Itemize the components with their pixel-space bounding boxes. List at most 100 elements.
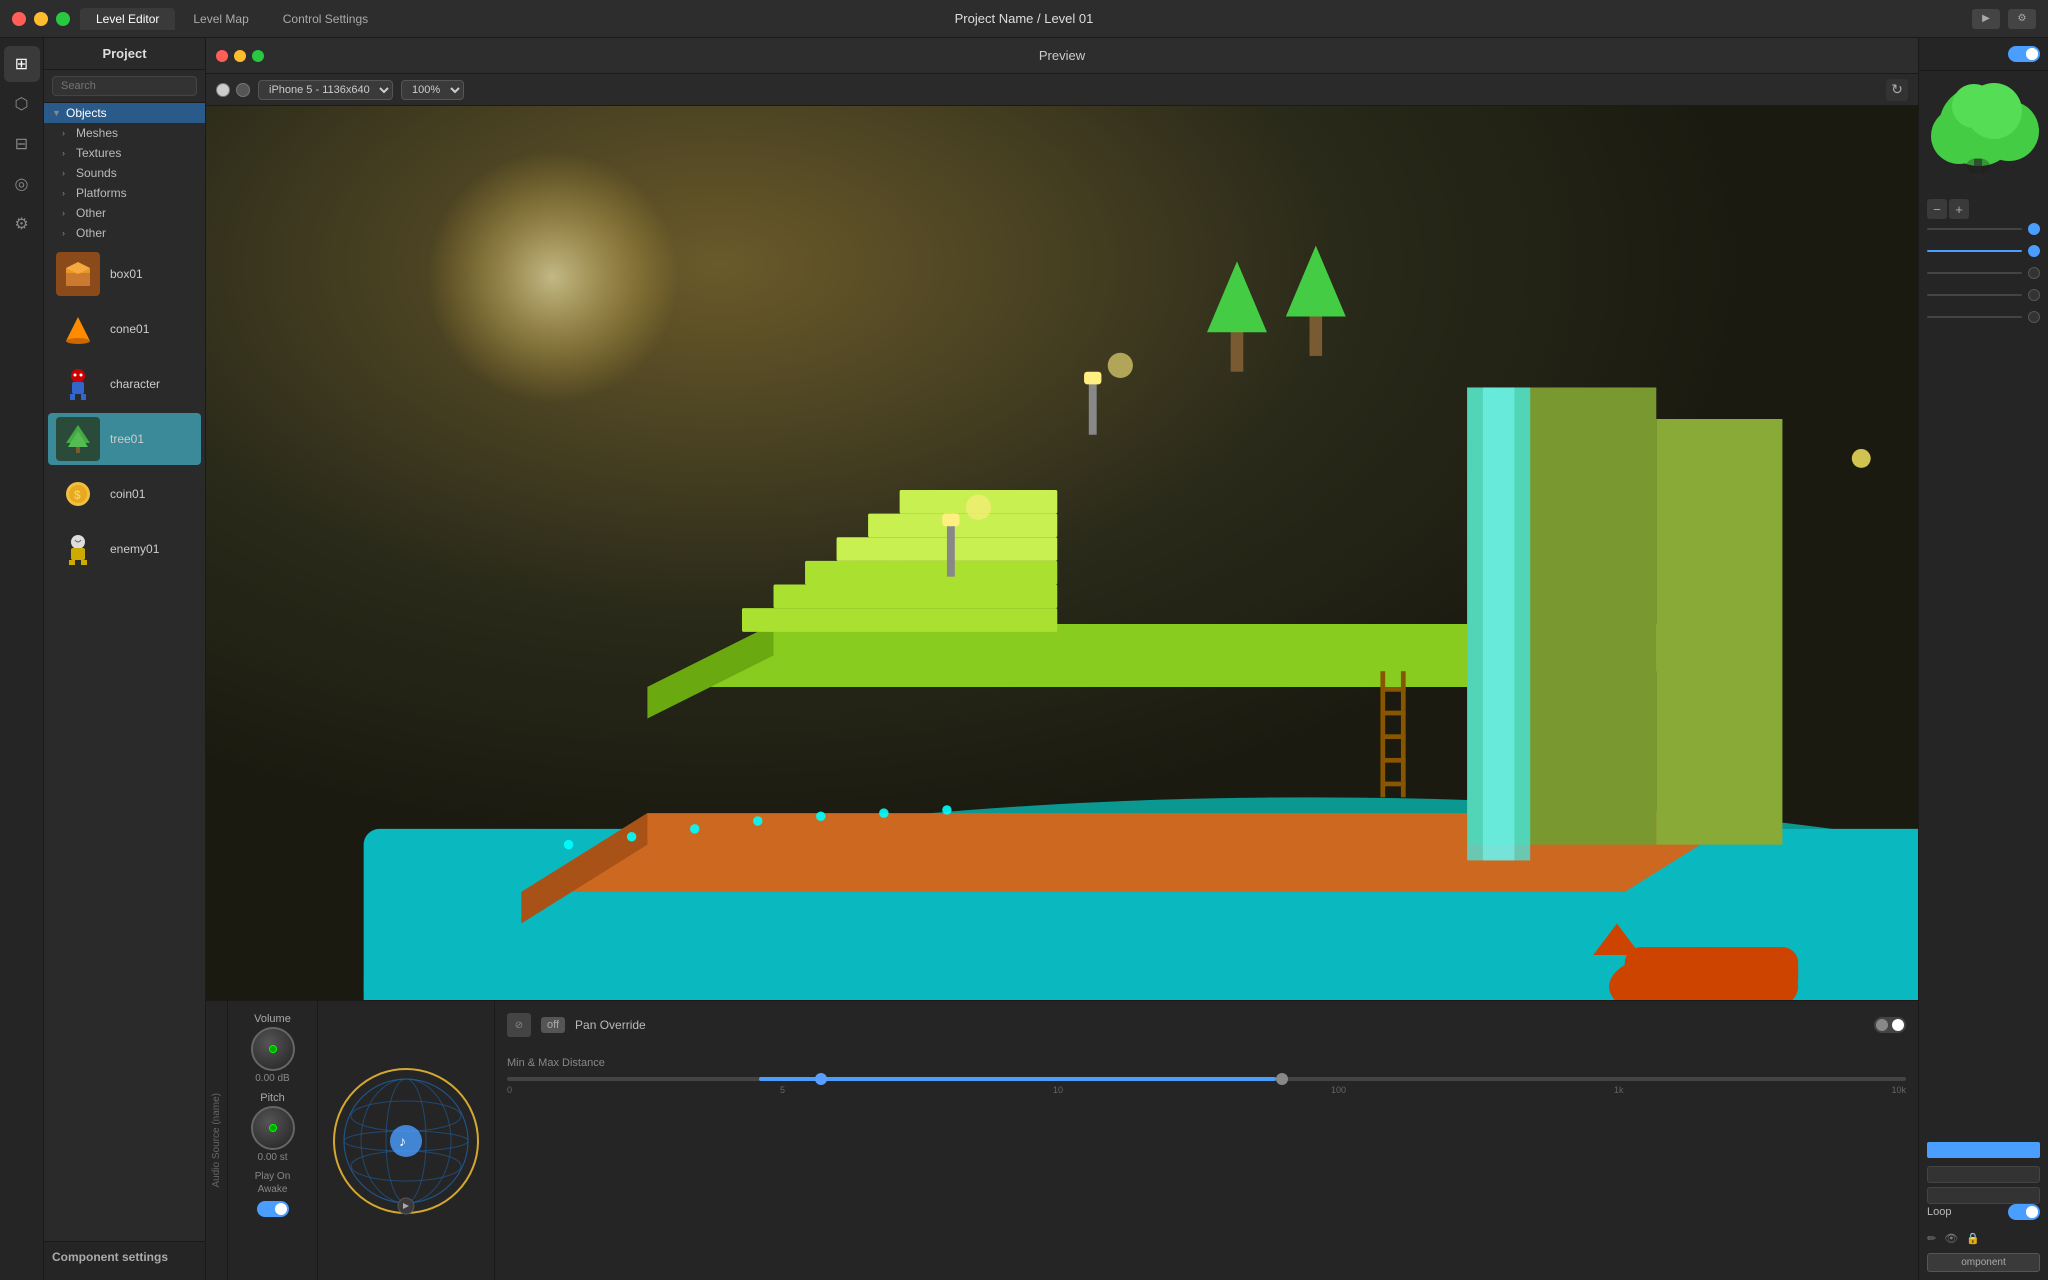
minus-button[interactable]: − xyxy=(1927,199,1947,219)
volume-label: Volume xyxy=(254,1013,291,1025)
preview-header: Preview xyxy=(206,38,1918,74)
component-btn-container: omponent xyxy=(1927,1253,2040,1272)
tab-level-editor[interactable]: Level Editor xyxy=(80,8,175,30)
volume-value: 0.00 dB xyxy=(255,1073,289,1084)
dist-label-5: 5 xyxy=(780,1085,785,1095)
volume-knob[interactable] xyxy=(251,1027,295,1071)
object-item-character[interactable]: character xyxy=(48,358,201,410)
plus-minus-row: − + xyxy=(1927,199,2040,219)
preview-traffic-lights xyxy=(216,50,264,62)
tab-level-map[interactable]: Level Map xyxy=(177,8,264,30)
awake-toggle[interactable] xyxy=(257,1201,289,1217)
icon-bar-cube[interactable]: ⬡ xyxy=(4,86,40,122)
dist-labels: 0 5 10 100 1k 10k xyxy=(507,1085,1906,1095)
distance-section: Min & Max Distance 0 5 10 100 1k xyxy=(507,1057,1906,1095)
voxel-scene-svg xyxy=(206,106,1918,1000)
search-input[interactable] xyxy=(52,76,197,96)
tree-item-other2[interactable]: › Other xyxy=(44,223,205,243)
device-radio-group xyxy=(216,83,250,97)
property-sliders xyxy=(1927,223,2040,1134)
settings-button[interactable]: ⚙ xyxy=(2008,9,2036,29)
object-name-box01: box01 xyxy=(110,267,143,281)
play-on-label: Play On xyxy=(255,1171,291,1182)
slider-dot-4[interactable] xyxy=(2028,289,2040,301)
right-top-bar xyxy=(1919,38,2048,71)
preview-minimize[interactable] xyxy=(234,50,246,62)
tree-item-label: Other xyxy=(76,206,106,220)
slider-dot-3[interactable] xyxy=(2028,267,2040,279)
slider-track-2 xyxy=(1927,250,2022,252)
loop-row: Loop xyxy=(1927,1204,2040,1220)
slider-dot-2[interactable] xyxy=(2028,245,2040,257)
preview-close[interactable] xyxy=(216,50,228,62)
eye-icon[interactable]: 👁 xyxy=(1944,1232,1958,1245)
tab-control-settings[interactable]: Control Settings xyxy=(267,8,384,30)
slider-dot-1[interactable] xyxy=(2028,223,2040,235)
audio-source-label-container: Audio Source (name) xyxy=(206,1001,228,1280)
maximize-button[interactable] xyxy=(56,12,70,26)
preview-maximize[interactable] xyxy=(252,50,264,62)
radio-dark[interactable] xyxy=(236,83,250,97)
icon-bar-grid[interactable]: ⊟ xyxy=(4,126,40,162)
loop-toggle[interactable] xyxy=(2008,1204,2040,1220)
icon-bar-globe[interactable]: ◎ xyxy=(4,166,40,202)
play-button[interactable]: ▶ xyxy=(1972,9,2000,29)
search-bar xyxy=(44,70,205,103)
tree-item-other1[interactable]: › Other xyxy=(44,203,205,223)
right-top-toggle[interactable] xyxy=(2008,46,2040,62)
slider-track-1 xyxy=(1927,228,2022,230)
right-panel: − + xyxy=(1918,38,2048,1280)
icon-bar: ⊞ ⬡ ⊟ ◎ ⚙ xyxy=(0,38,44,1280)
chevron-icon: › xyxy=(62,188,72,198)
pan-override-label: Pan Override xyxy=(575,1018,646,1032)
component-button[interactable]: omponent xyxy=(1927,1253,2040,1272)
object-name-tree01: tree01 xyxy=(110,432,144,446)
slider-row-2 xyxy=(1927,245,2040,257)
knobs-section: Volume 0.00 dB Pitch 0.00 st Play On Awa… xyxy=(228,1001,318,1280)
pitch-knob[interactable] xyxy=(251,1106,295,1150)
icon-bar-settings[interactable]: ⚙ xyxy=(4,206,40,242)
radio-white[interactable] xyxy=(216,83,230,97)
slider-track-4 xyxy=(1927,294,2022,296)
dist-slider-container xyxy=(507,1077,1906,1081)
cloud-svg xyxy=(1919,71,2048,191)
minimize-button[interactable] xyxy=(34,12,48,26)
tree-item-sounds[interactable]: › Sounds xyxy=(44,163,205,183)
tree-item-objects[interactable]: ▼ Objects xyxy=(44,103,205,123)
device-selector[interactable]: iPhone 5 - 1136x640 xyxy=(258,80,393,100)
zoom-selector[interactable]: 100% xyxy=(401,80,464,100)
tree-item-platforms[interactable]: › Platforms xyxy=(44,183,205,203)
prop-input-2[interactable] xyxy=(1927,1187,2040,1204)
icon-bar-layers[interactable]: ⊞ xyxy=(4,46,40,82)
tree-item-meshes[interactable]: › Meshes xyxy=(44,123,205,143)
main-layout: ⊞ ⬡ ⊟ ◎ ⚙ Project ▼ Objects › Meshes › T… xyxy=(0,38,2048,1280)
pan-override-row: ⊘ off Pan Override xyxy=(507,1013,1906,1037)
prop-input-1[interactable] xyxy=(1927,1166,2040,1183)
dist-thumb-max[interactable] xyxy=(1276,1073,1288,1085)
object-name-cone01: cone01 xyxy=(110,322,149,336)
pencil-icon[interactable]: ✏ xyxy=(1927,1232,1936,1245)
dist-track xyxy=(507,1077,1906,1081)
slider-row-3 xyxy=(1927,267,2040,279)
close-button[interactable] xyxy=(12,12,26,26)
titlebar-tabs: Level Editor Level Map Control Settings xyxy=(80,8,384,30)
lock-icon[interactable]: 🔒 xyxy=(1966,1232,1980,1245)
object-item-box01[interactable]: box01 xyxy=(48,248,201,300)
object-item-tree01[interactable]: tree01 xyxy=(48,413,201,465)
audio-sphere-section: ♪ xyxy=(318,1001,495,1280)
object-item-coin01[interactable]: $ coin01 xyxy=(48,468,201,520)
titlebar-actions: ▶ ⚙ xyxy=(1972,9,2036,29)
window-title: Project Name / Level 01 xyxy=(955,11,1094,26)
plus-button[interactable]: + xyxy=(1949,199,1969,219)
pan-override-toggle[interactable] xyxy=(1874,1017,1906,1033)
tree-item-textures[interactable]: › Textures xyxy=(44,143,205,163)
object-grid: box01 cone01 xyxy=(44,243,205,580)
pan-icon: ⊘ xyxy=(507,1013,531,1037)
refresh-button[interactable]: ↻ xyxy=(1886,79,1908,101)
dist-thumb-min[interactable] xyxy=(815,1073,827,1085)
comp-settings-header: Component settings xyxy=(52,1250,197,1264)
slider-dot-5[interactable] xyxy=(2028,311,2040,323)
object-item-cone01[interactable]: cone01 xyxy=(48,303,201,355)
object-item-enemy01[interactable]: enemy01 xyxy=(48,523,201,575)
panel-header: Project xyxy=(44,38,205,70)
